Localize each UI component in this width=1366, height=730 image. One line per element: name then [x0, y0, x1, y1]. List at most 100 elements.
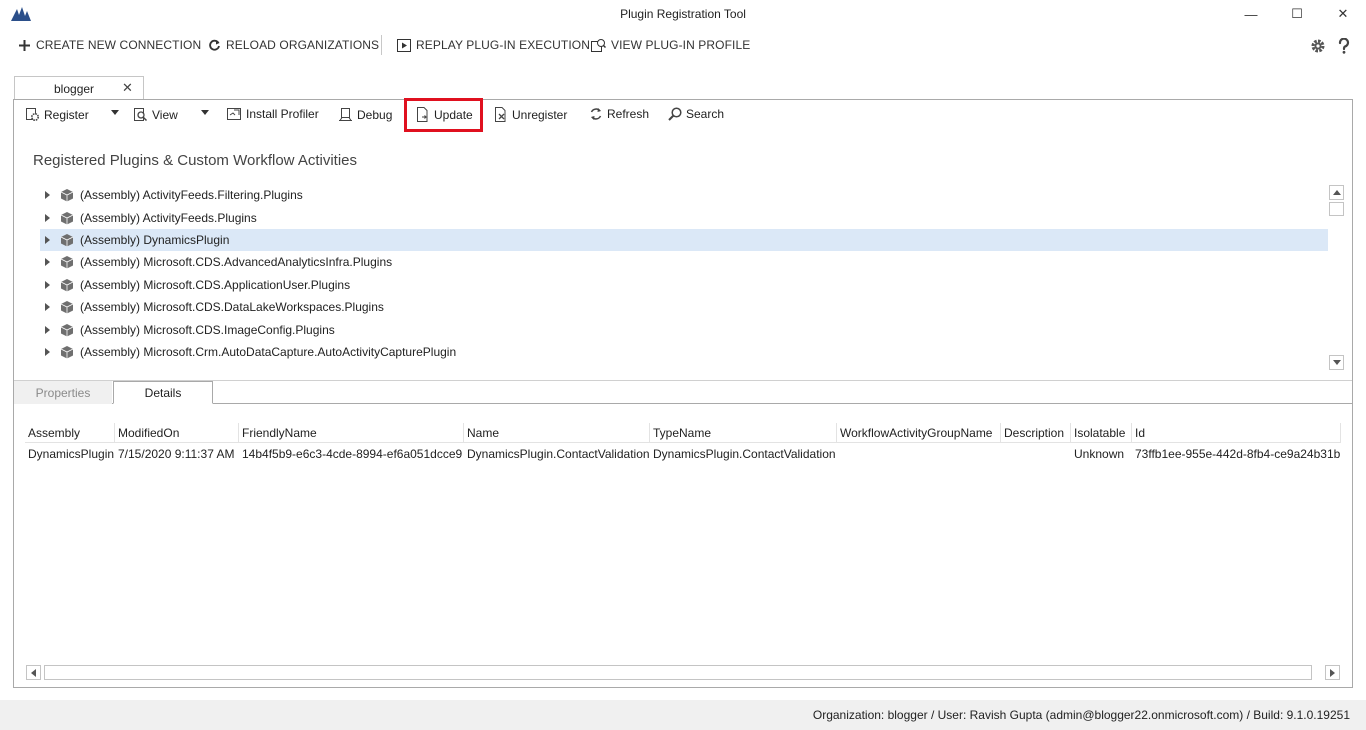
refresh-label: Refresh — [607, 107, 650, 121]
maximize-button[interactable]: ☐ — [1274, 0, 1320, 28]
column-header-modifiedon[interactable]: ModifiedOn — [115, 423, 239, 443]
scroll-right-button[interactable] — [1325, 665, 1340, 680]
scroll-thumb-horizontal[interactable] — [44, 665, 1312, 680]
tree-item-label: (Assembly) Microsoft.CDS.AdvancedAnalyti… — [80, 255, 393, 270]
view-button[interactable]: View — [133, 107, 178, 122]
debug-label: Debug — [357, 107, 393, 122]
cell-assembly: DynamicsPlugin — [28, 447, 115, 461]
tab-details[interactable]: Details — [113, 381, 213, 404]
tree-row[interactable]: (Assembly) Microsoft.CDS.ImageConfig.Plu… — [40, 318, 1328, 340]
scroll-down-button[interactable] — [1329, 355, 1344, 370]
register-label: Register — [44, 107, 89, 122]
tree-vertical-scrollbar[interactable] — [1328, 184, 1345, 370]
close-tab-icon[interactable]: ✕ — [122, 80, 133, 96]
expand-arrow-icon[interactable] — [45, 258, 50, 267]
help-icons — [1310, 38, 1350, 54]
refresh-button[interactable]: Refresh — [589, 107, 649, 121]
tree-item-label: (Assembly) ActivityFeeds.Filtering.Plugi… — [80, 188, 303, 203]
expand-arrow-icon[interactable] — [45, 325, 50, 334]
grid-horizontal-scrollbar[interactable] — [25, 664, 1341, 681]
assembly-cube-icon — [60, 233, 74, 247]
reload-organizations-label: RELOAD ORGANIZATIONS — [226, 38, 380, 52]
tab-properties[interactable]: Properties — [14, 381, 112, 404]
view-label: View — [152, 107, 178, 122]
debug-button[interactable]: Debug — [338, 107, 392, 122]
unregister-button[interactable]: Unregister — [494, 107, 567, 122]
close-window-button[interactable]: ✕ — [1320, 0, 1366, 28]
tree-row[interactable]: (Assembly) Microsoft.CDS.AdvancedAnalyti… — [40, 251, 1328, 273]
assembly-cube-icon — [60, 189, 74, 202]
play-icon — [397, 38, 411, 52]
expand-arrow-icon[interactable] — [45, 235, 50, 244]
view-plugin-profile-label: VIEW PLUG-IN PROFILE — [611, 38, 751, 52]
install-profiler-label: Install Profiler — [246, 107, 319, 121]
connection-tab-blogger[interactable]: blogger ✕ — [14, 76, 144, 100]
tree-item-label: (Assembly) Microsoft.Crm.AutoDataCapture… — [80, 344, 457, 359]
cell-friendlyname: 14b4f5b9-e6c3-4cde-8994-ef6a051dcce9 — [242, 447, 463, 461]
column-header-description[interactable]: Description — [1001, 423, 1071, 443]
column-header-typename[interactable]: TypeName — [650, 423, 837, 443]
plus-icon — [19, 39, 30, 51]
column-header-isolatable[interactable]: Isolatable — [1071, 423, 1132, 443]
expand-arrow-icon[interactable] — [45, 213, 50, 222]
connection-tab-label: blogger — [54, 82, 95, 96]
view-plugin-profile-button[interactable]: VIEW PLUG-IN PROFILE — [591, 38, 750, 52]
replay-plugin-execution-button[interactable]: REPLAY PLUG-IN EXECUTION — [397, 38, 590, 52]
tree-row[interactable]: (Assembly) Microsoft.CDS.DataLakeWorkspa… — [40, 296, 1328, 318]
settings-gear-icon[interactable] — [1310, 38, 1326, 54]
reload-icon — [209, 39, 220, 51]
command-separator — [381, 35, 382, 55]
cell-modifiedon: 7/15/2020 9:11:37 AM — [118, 447, 235, 461]
plugin-registration-window: Plugin Registration Tool — ☐ ✕ CREATE NE… — [0, 0, 1366, 730]
create-new-connection-button[interactable]: CREATE NEW CONNECTION — [18, 38, 201, 52]
update-highlight-box — [404, 98, 483, 132]
scroll-up-button[interactable] — [1329, 185, 1344, 200]
window-controls: — ☐ ✕ — [1228, 0, 1366, 28]
status-text: Organization: blogger / User: Ravish Gup… — [812, 708, 1350, 722]
scroll-right-arrow-icon — [1330, 668, 1335, 677]
expand-arrow-icon[interactable] — [45, 191, 50, 200]
table-row[interactable]: DynamicsPlugin 7/15/2020 9:11:37 AM 14b4… — [25, 444, 1341, 464]
expand-arrow-icon[interactable] — [45, 303, 50, 312]
scroll-left-button[interactable] — [26, 665, 41, 680]
unregister-icon — [495, 107, 506, 122]
expand-arrow-icon[interactable] — [45, 347, 50, 356]
install-profiler-button[interactable]: Install Profiler — [227, 107, 319, 121]
column-header-assembly[interactable]: Assembly — [25, 423, 115, 443]
tree-row[interactable]: (Assembly) ActivityFeeds.Plugins — [40, 206, 1328, 228]
tree-row[interactable]: (Assembly) Microsoft.CDS.ApplicationUser… — [40, 274, 1328, 296]
search-icon — [668, 107, 682, 121]
cell-typename: DynamicsPlugin.ContactValidation — [653, 447, 836, 461]
column-header-id[interactable]: Id — [1132, 423, 1341, 443]
search-button[interactable]: Search — [668, 107, 724, 121]
grid-header-row: Assembly ModifiedOn FriendlyName Name Ty… — [25, 423, 1341, 443]
tree-row[interactable]: (Assembly) Microsoft.Crm.AutoDataCapture… — [40, 341, 1328, 363]
register-gear-icon — [26, 108, 40, 122]
scroll-thumb[interactable] — [1329, 202, 1344, 216]
column-header-friendlyname[interactable]: FriendlyName — [239, 423, 464, 443]
expand-arrow-icon[interactable] — [45, 280, 50, 289]
cell-isolatable: Unknown — [1074, 447, 1125, 461]
replay-plugin-execution-label: REPLAY PLUG-IN EXECUTION — [416, 38, 590, 52]
tree-item-label: (Assembly) ActivityFeeds.Plugins — [80, 210, 257, 225]
tree-item-label: (Assembly) Microsoft.CDS.ApplicationUser… — [80, 277, 351, 292]
register-dropdown-icon[interactable] — [111, 110, 119, 115]
reload-organizations-button[interactable]: RELOAD ORGANIZATIONS — [208, 38, 379, 52]
minimize-button[interactable]: — — [1228, 0, 1274, 28]
title-bar: Plugin Registration Tool — ☐ ✕ — [0, 0, 1366, 28]
command-bar: CREATE NEW CONNECTION RELOAD ORGANIZATIO… — [0, 28, 1366, 64]
column-header-workflowactivitygroupname[interactable]: WorkflowActivityGroupName — [837, 423, 1001, 443]
tree-item-label: (Assembly) Microsoft.CDS.DataLakeWorkspa… — [80, 300, 384, 315]
view-dropdown-icon[interactable] — [201, 110, 209, 115]
tree-row[interactable]: (Assembly) ActivityFeeds.Filtering.Plugi… — [40, 184, 1328, 206]
assembly-cube-icon — [60, 211, 74, 225]
plugin-assembly-tree: (Assembly) ActivityFeeds.Filtering.Plugi… — [40, 184, 1328, 370]
debug-icon — [339, 108, 352, 121]
cell-name: DynamicsPlugin.ContactValidation — [467, 447, 650, 461]
column-header-name[interactable]: Name — [464, 423, 650, 443]
refresh-icon — [590, 108, 602, 120]
plugin-toolbar: Register View Install Profiler Debug Upd… — [14, 101, 1352, 129]
register-button[interactable]: Register — [25, 107, 89, 122]
help-question-icon[interactable] — [1338, 38, 1350, 54]
tree-row-selected[interactable]: (Assembly) DynamicsPlugin — [40, 228, 1328, 252]
